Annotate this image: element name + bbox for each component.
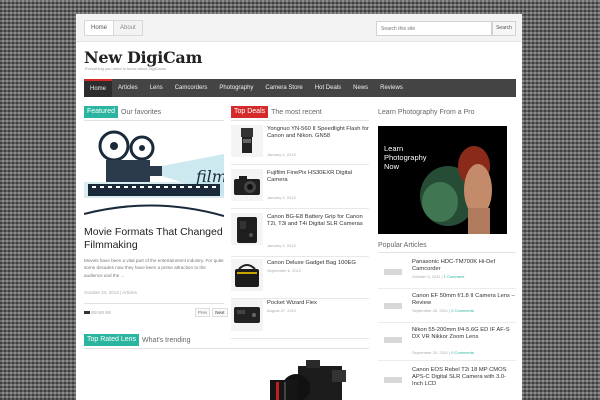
deal-title[interactable]: Yongnuo YN-560 II Speedlight Flash for C… (267, 126, 371, 140)
promo-heading-wrap: Learn Photography From a Pro (378, 106, 475, 118)
next-button[interactable]: Next (212, 308, 228, 317)
slider-dot[interactable] (105, 311, 111, 314)
nav-photography[interactable]: Photography (213, 79, 259, 97)
featured-heading: Featured Our favorites (84, 106, 161, 118)
nav-articles[interactable]: Articles (112, 79, 144, 97)
camcorder-lens-image[interactable] (236, 360, 366, 400)
featured-meta: October 24, 2013 | Articles (84, 290, 137, 295)
top-nav-about[interactable]: About (114, 20, 143, 36)
popular-meta: September 20, 2011 | 0 Comments (412, 350, 474, 355)
deals-subtitle: The most recent (271, 108, 322, 116)
deal-title[interactable]: Canon BG-E8 Battery Grip for Canon T2i, … (267, 214, 371, 228)
popular-item[interactable]: Nikon 55-200mm f/4-5.6G ED IF AF-S DX VR… (378, 325, 516, 361)
popular-heading-wrap: Popular Articles (378, 239, 427, 251)
featured-date: October 24, 2013 (84, 290, 119, 295)
top-nav-home[interactable]: Home (84, 20, 115, 36)
popular-heading: Popular Articles (378, 241, 427, 249)
promo-banner[interactable]: Learn Photography Now (378, 126, 507, 234)
top-nav: Home About (84, 20, 143, 36)
featured-title[interactable]: Movie Formats That Changed Filmmaking (84, 226, 224, 252)
promo-text: Learn Photography Now (384, 144, 427, 171)
film-projector-illustration: film (84, 126, 224, 223)
promo-portrait-image (378, 126, 507, 234)
deals-heading: Top Deals The most recent (231, 106, 322, 118)
popular-meta: October 5, 2011 | 1 Comment (412, 274, 465, 279)
deal-title[interactable]: Canon Deluxe Gadget Bag 100EG (267, 260, 371, 267)
nav-news[interactable]: News (347, 79, 374, 97)
nav-reviews[interactable]: Reviews (374, 79, 409, 97)
site-logo[interactable]: New DigiCam (84, 48, 202, 67)
slider-pager: Prev Next (195, 308, 228, 317)
prev-button[interactable]: Prev (195, 308, 211, 317)
popular-title[interactable]: Canon EOS Rebel T2i 18 MP CMOS APS-C Dig… (412, 367, 516, 388)
featured-subtitle: Our favorites (121, 108, 162, 116)
slider-dot[interactable] (84, 311, 90, 314)
nav-camera-store[interactable]: Camera Store (259, 79, 308, 97)
deal-item[interactable]: Canon Deluxe Gadget Bag 100EG September … (231, 259, 369, 299)
deal-date: January 4, 2013 (267, 152, 296, 157)
deal-title[interactable]: Fujifilm FinePix HS30EXR Digital Camera (267, 170, 371, 184)
featured-tag: Featured (84, 106, 119, 118)
popular-title[interactable]: Panasonic HDC-TM700K Hi-Def Camcorder (412, 259, 516, 273)
deal-item[interactable]: Fujifilm FinePix HS30EXR Digital Camera … (231, 169, 369, 209)
deal-item[interactable]: Canon BG-E8 Battery Grip for Canon T2i, … (231, 213, 369, 257)
popular-title[interactable]: Nikon 55-200mm f/4-5.6G ED IF AF-S DX VR… (412, 327, 516, 341)
dslr-thumb-icon[interactable] (378, 367, 408, 391)
nav-hot-deals[interactable]: Hot Deals (309, 79, 347, 97)
top-rated-heading: Top Rated Lens What's trending (84, 334, 190, 346)
page: Home About Search this site Search New D… (76, 14, 522, 400)
main-nav: Home Articles Lens Camcorders Photograph… (84, 79, 516, 97)
deal-item[interactable]: Yongnuo YN-560 II Speedlight Flash for C… (231, 125, 369, 165)
deal-date: January 4, 2013 (267, 243, 296, 248)
featured-category[interactable]: Articles (122, 290, 137, 295)
top-rated-subtitle: What's trending (142, 336, 191, 344)
slider-dot[interactable] (98, 311, 104, 314)
popular-title[interactable]: Canon EF 50mm f/1.8 II Camera Lens – Rev… (412, 293, 516, 307)
deal-date: September 6, 2012 (267, 268, 302, 273)
svg-text:film: film (195, 167, 224, 186)
camcorder-thumb-icon[interactable] (378, 259, 408, 283)
slider-dots (84, 311, 111, 314)
zoom-lens-thumb-icon[interactable] (378, 327, 408, 351)
deal-date: January 4, 2013 (267, 195, 296, 200)
deal-date: August 27, 2012 (267, 308, 297, 313)
slider-dot[interactable] (91, 311, 97, 314)
deal-title[interactable]: Pocket Wizard Flex (267, 300, 371, 307)
site-tagline: Everything you need to know about DigiCa… (85, 66, 166, 71)
deal-item[interactable]: Pocket Wizard Flex August 27, 2012 (231, 299, 369, 339)
camera-bag-icon[interactable] (231, 259, 263, 291)
nav-home[interactable]: Home (84, 79, 113, 97)
featured-excerpt: Movies have been a vital part of the ent… (84, 258, 224, 278)
popular-item[interactable]: Panasonic HDC-TM700K Hi-Def Camcorder Oc… (378, 257, 516, 289)
deals-tag: Top Deals (231, 106, 269, 118)
camera-icon[interactable] (231, 169, 263, 201)
popular-item[interactable]: Canon EF 50mm f/1.8 II Camera Lens – Rev… (378, 291, 516, 323)
flash-icon[interactable] (231, 125, 263, 157)
promo-heading: Learn Photography From a Pro (378, 108, 475, 116)
nav-camcorders[interactable]: Camcorders (169, 79, 214, 97)
popular-item[interactable]: Canon EOS Rebel T2i 18 MP CMOS APS-C Dig… (378, 365, 516, 400)
popular-meta: September 26, 2011 | 0 Comments (412, 308, 474, 313)
lens-thumb-icon[interactable] (378, 293, 408, 317)
top-bar: Home About Search this site Search (76, 14, 522, 42)
nav-lens[interactable]: Lens (144, 79, 169, 97)
search-input[interactable]: Search this site (376, 21, 492, 36)
pocket-wizard-icon[interactable] (231, 299, 263, 331)
search-button[interactable]: Search (492, 21, 516, 36)
top-rated-tag: Top Rated Lens (84, 334, 140, 346)
featured-image[interactable]: film (84, 126, 224, 223)
battery-grip-icon[interactable] (231, 213, 263, 245)
